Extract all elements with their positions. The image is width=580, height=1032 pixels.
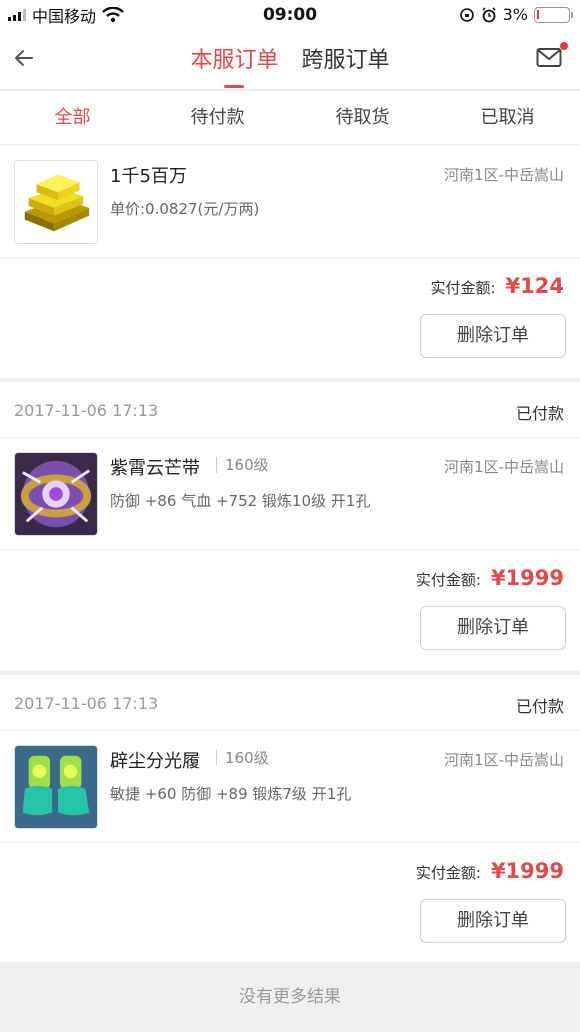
gold-bars-icon xyxy=(14,160,98,244)
filter-cancelled[interactable]: 已取消 xyxy=(435,91,580,144)
status-bar: 中国移动 09:00 3% xyxy=(0,0,580,30)
order-item[interactable]: 1千5百万 河南1区-中岳嵩山 单价:0.0827(元/万两) xyxy=(0,146,580,258)
order-footer: 实付金额: ¥1999 删除订单 xyxy=(0,843,580,963)
server-name: 河南1区-中岳嵩山 xyxy=(444,166,564,184)
paid-amount: 实付金额: ¥1999 xyxy=(416,859,564,883)
status-right: 3% xyxy=(459,5,573,24)
tab-local-orders[interactable]: 本服订单 xyxy=(190,42,279,88)
item-name: 辟尘分光履 xyxy=(110,751,200,772)
item-level: 160级 xyxy=(216,750,269,766)
filter-all[interactable]: 全部 xyxy=(0,91,145,144)
item-name: 紫霄云芒带 xyxy=(110,458,200,479)
item-attributes: 防御 +86 气血 +752 锻炼10级 开1孔 xyxy=(110,492,371,510)
paid-amount: 实付金额: ¥124 xyxy=(430,274,564,298)
item-name: 1千5百万 xyxy=(110,166,187,187)
order-type-tabs: 本服订单 跨服订单 xyxy=(0,42,580,88)
filter-pending-payment[interactable]: 待付款 xyxy=(145,91,290,144)
server-name: 河南1区-中岳嵩山 xyxy=(444,458,564,476)
order-status: 已付款 xyxy=(515,697,564,716)
item-level: 160级 xyxy=(216,457,269,473)
paid-value: ¥124 xyxy=(505,274,564,298)
order-card: 2017-11-06 17:13 已付款 辟尘分光履 160级 河南1区-中岳嵩… xyxy=(0,675,580,963)
status-filter-tabs: 全部 待付款 待取货 已取消 xyxy=(0,91,580,145)
belt-icon xyxy=(14,452,98,536)
order-header: 2017-11-06 17:13 已付款 xyxy=(0,382,580,438)
notification-dot xyxy=(560,42,568,50)
order-item[interactable]: 紫霄云芒带 160级 河南1区-中岳嵩山 防御 +86 气血 +752 锻炼10… xyxy=(0,438,580,550)
order-footer: 实付金额: ¥124 删除订单 xyxy=(0,258,580,378)
mail-icon[interactable] xyxy=(536,46,562,68)
paid-amount: 实付金额: ¥1999 xyxy=(416,566,564,590)
order-date: 2017-11-06 17:13 xyxy=(14,401,159,420)
unit-price: 单价:0.0827(元/万两) xyxy=(110,200,260,218)
paid-value: ¥1999 xyxy=(490,566,564,590)
delete-order-button[interactable]: 删除订单 xyxy=(420,314,566,358)
no-more-results: 没有更多结果 xyxy=(0,962,580,1032)
delete-order-button[interactable]: 删除订单 xyxy=(420,606,566,650)
order-date: 2017-11-06 17:13 xyxy=(14,694,159,713)
paid-value: ¥1999 xyxy=(490,859,564,883)
order-footer: 实付金额: ¥1999 删除订单 xyxy=(0,550,580,670)
battery-icon xyxy=(534,6,573,23)
paid-label: 实付金额: xyxy=(415,864,481,882)
delete-order-button[interactable]: 删除订单 xyxy=(420,899,566,943)
order-card: 1千5百万 河南1区-中岳嵩山 单价:0.0827(元/万两) 实付金额: ¥1… xyxy=(0,146,580,378)
paid-label: 实付金额: xyxy=(415,571,481,589)
nav-bar: 本服订单 跨服订单 xyxy=(0,30,580,90)
boots-icon xyxy=(14,745,98,829)
order-item[interactable]: 辟尘分光履 160级 河南1区-中岳嵩山 敏捷 +60 防御 +89 锻炼7级 … xyxy=(0,731,580,843)
server-name: 河南1区-中岳嵩山 xyxy=(444,751,564,769)
rotation-lock-icon xyxy=(459,7,474,22)
order-card: 2017-11-06 17:13 已付款 紫霄云芒带 160级 河南1区-中岳嵩… xyxy=(0,382,580,670)
paid-label: 实付金额: xyxy=(430,279,496,297)
tab-cross-server-orders[interactable]: 跨服订单 xyxy=(302,42,390,74)
battery-percent: 3% xyxy=(502,5,528,24)
filter-pending-pickup[interactable]: 待取货 xyxy=(290,91,435,144)
order-status: 已付款 xyxy=(515,404,564,423)
item-attributes: 敏捷 +60 防御 +89 锻炼7级 开1孔 xyxy=(110,785,352,803)
order-header: 2017-11-06 17:13 已付款 xyxy=(0,675,580,731)
alarm-icon xyxy=(482,6,496,22)
